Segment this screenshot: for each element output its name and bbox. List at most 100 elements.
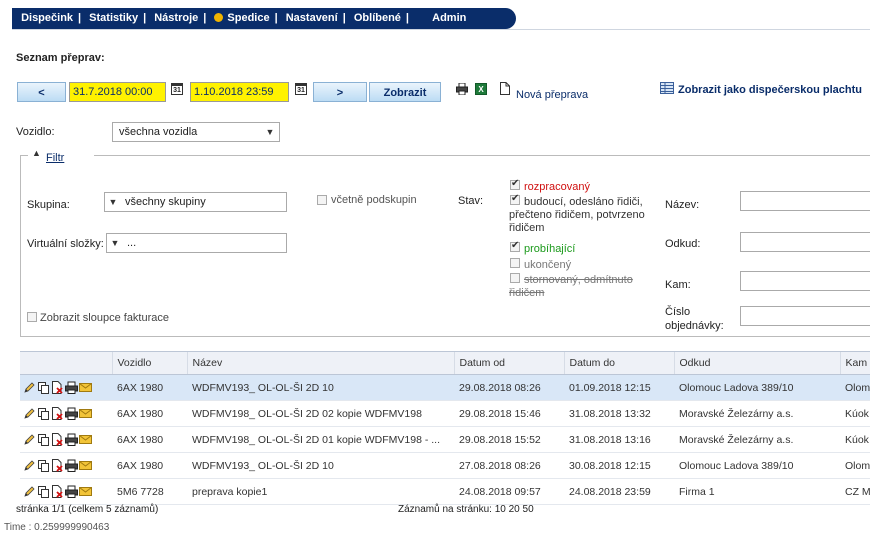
table-header-row: Vozidlo Název Datum od Datum do Odkud Ka… — [20, 351, 870, 375]
cell-date-from: 24.08.2018 09:57 — [454, 478, 564, 505]
edit-icon[interactable] — [23, 381, 36, 394]
copy-icon[interactable] — [37, 485, 50, 498]
new-document-icon[interactable] — [500, 82, 510, 95]
copy-icon[interactable] — [37, 381, 50, 394]
show-button[interactable]: Zobrazit — [369, 82, 441, 102]
edit-icon[interactable] — [23, 407, 36, 420]
to-input[interactable] — [740, 271, 870, 291]
next-button[interactable]: > — [313, 82, 367, 102]
print-icon[interactable] — [65, 407, 78, 420]
render-time: Time : 0.259999990463 — [4, 522, 110, 533]
header-date-from[interactable]: Datum od — [453, 351, 564, 375]
virtual-folders-select[interactable]: ▼ ... — [106, 233, 287, 253]
nav-item-statistiky[interactable]: Statistiky — [89, 8, 138, 29]
header-actions — [20, 351, 112, 375]
email-icon[interactable] — [79, 459, 92, 472]
order-number-input[interactable] — [740, 306, 870, 326]
delete-icon[interactable] — [51, 407, 64, 420]
delete-icon[interactable] — [51, 485, 64, 498]
pager-info: stránka 1/1 (celkem 5 záznamů) — [16, 504, 159, 515]
print-icon[interactable] — [65, 381, 78, 394]
name-input[interactable] — [740, 191, 870, 211]
table-row[interactable]: 6AX 1980 WDFMV193_ OL-OL-ŠI 2D 10 29.08.20… — [20, 374, 870, 401]
table-row[interactable]: 6AX 1980 WDFMV193_ OL-OL-ŠI 2D 10 27.08.20… — [20, 452, 870, 479]
calendar-from-icon[interactable]: 31 — [171, 83, 183, 95]
email-icon[interactable] — [79, 433, 92, 446]
filter-toggle-link[interactable]: Filtr — [46, 152, 64, 164]
state-text-running: probíhající — [524, 243, 576, 255]
cell-date-from: 29.08.2018 15:52 — [454, 426, 564, 453]
date-from-input[interactable]: 31.7.2018 00:00 — [69, 82, 166, 102]
row-actions — [20, 374, 112, 401]
header-name[interactable]: Název — [186, 351, 454, 375]
nav-item-nastroje[interactable]: Nástroje — [154, 8, 198, 29]
nav-item-admin[interactable]: Admin — [432, 8, 466, 29]
nav-item-spedice[interactable]: Spedice — [227, 8, 269, 29]
cell-date-to: 30.08.2018 12:15 — [564, 452, 674, 479]
state-text-draft: rozpracovaný — [524, 181, 591, 193]
nav-item-oblibene[interactable]: Oblíbené — [354, 8, 401, 29]
billing-columns-label: Zobrazit sloupce fakturace — [40, 312, 170, 324]
subgroups-checkbox[interactable] — [317, 195, 327, 205]
dispatch-plan-icon[interactable] — [660, 82, 674, 94]
vehicle-select[interactable]: všechna vozidla ▼ — [112, 122, 280, 142]
cell-from: Moravské Železárny a.s. — [674, 400, 840, 427]
nav-item-nastaveni[interactable]: Nastavení — [286, 8, 338, 29]
spedice-dot-icon — [214, 13, 224, 22]
cell-from: Moravské Železárny a.s. — [674, 426, 840, 453]
delete-icon[interactable] — [51, 381, 64, 394]
state-checkbox-draft[interactable] — [510, 178, 520, 190]
state-checkbox-finished[interactable] — [510, 258, 520, 268]
vehicle-label: Vozidlo: — [16, 126, 55, 138]
date-to-input[interactable]: 1.10.2018 23:59 — [190, 82, 289, 102]
state-checkbox-running[interactable] — [510, 240, 520, 252]
edit-icon[interactable] — [23, 485, 36, 498]
header-vehicle[interactable]: Vozidlo — [111, 351, 187, 375]
from-input[interactable] — [740, 232, 870, 252]
email-icon[interactable] — [79, 485, 92, 498]
cell-to: Olom — [840, 374, 870, 401]
group-select[interactable]: ▼ všechny skupiny — [104, 192, 287, 212]
table-row[interactable]: 6AX 1980 WDFMV198_ OL-OL-ŠI 2D 01 kopie W… — [20, 426, 870, 453]
edit-icon[interactable] — [23, 433, 36, 446]
header-date-to[interactable]: Datum do — [563, 351, 674, 375]
dispatch-plan-link[interactable]: Zobrazit jako dispečerskou plachtu — [678, 84, 862, 96]
state-label: Stav: — [458, 195, 484, 207]
header-to[interactable]: Kam — [839, 351, 870, 375]
print-icon[interactable] — [65, 485, 78, 498]
cell-vehicle: 6AX 1980 — [112, 452, 187, 479]
cell-date-from: 27.08.2018 08:26 — [454, 452, 564, 479]
excel-icon[interactable]: X — [475, 83, 487, 95]
cell-from: Olomouc Ladova 389/10 — [674, 452, 840, 479]
records-per-page[interactable]: Záznamů na stránku: 10 20 50 — [398, 504, 534, 515]
state-text-future: budoucí, odesláno řidiči, přečteno řidič… — [509, 196, 645, 234]
email-icon[interactable] — [79, 381, 92, 394]
cell-to: Kúok — [840, 426, 870, 453]
edit-icon[interactable] — [23, 459, 36, 472]
print-icon[interactable] — [65, 459, 78, 472]
prev-button[interactable]: < — [17, 82, 66, 102]
nav-item-dispecink[interactable]: Dispečink — [21, 8, 73, 29]
billing-columns-checkbox[interactable] — [27, 312, 37, 322]
cell-date-from: 29.08.2018 15:46 — [454, 400, 564, 427]
cell-date-to: 24.08.2018 23:59 — [564, 478, 674, 505]
table-row[interactable]: 5M6 7728 preprava kopie1 24.08.2018 09:57 2… — [20, 478, 870, 505]
new-transport-link[interactable]: Nová přeprava — [516, 89, 588, 101]
group-select-value: všechny skupiny — [125, 196, 206, 208]
collapse-triangle-icon[interactable]: ▲ — [32, 148, 41, 158]
copy-icon[interactable] — [37, 407, 50, 420]
print-icon[interactable] — [456, 83, 468, 95]
calendar-to-icon[interactable]: 31 — [295, 83, 307, 95]
copy-icon[interactable] — [37, 459, 50, 472]
email-icon[interactable] — [79, 407, 92, 420]
table-row[interactable]: 6AX 1980 WDFMV198_ OL-OL-ŠI 2D 02 kopie W… — [20, 400, 870, 427]
svg-text:X: X — [478, 85, 484, 94]
group-label: Skupina: — [27, 199, 70, 211]
delete-icon[interactable] — [51, 459, 64, 472]
header-from[interactable]: Odkud — [673, 351, 840, 375]
copy-icon[interactable] — [37, 433, 50, 446]
state-text-cancelled: stornovaný, odmítnuto řidičem — [509, 274, 633, 299]
delete-icon[interactable] — [51, 433, 64, 446]
name-label: Název: — [665, 199, 700, 211]
print-icon[interactable] — [65, 433, 78, 446]
